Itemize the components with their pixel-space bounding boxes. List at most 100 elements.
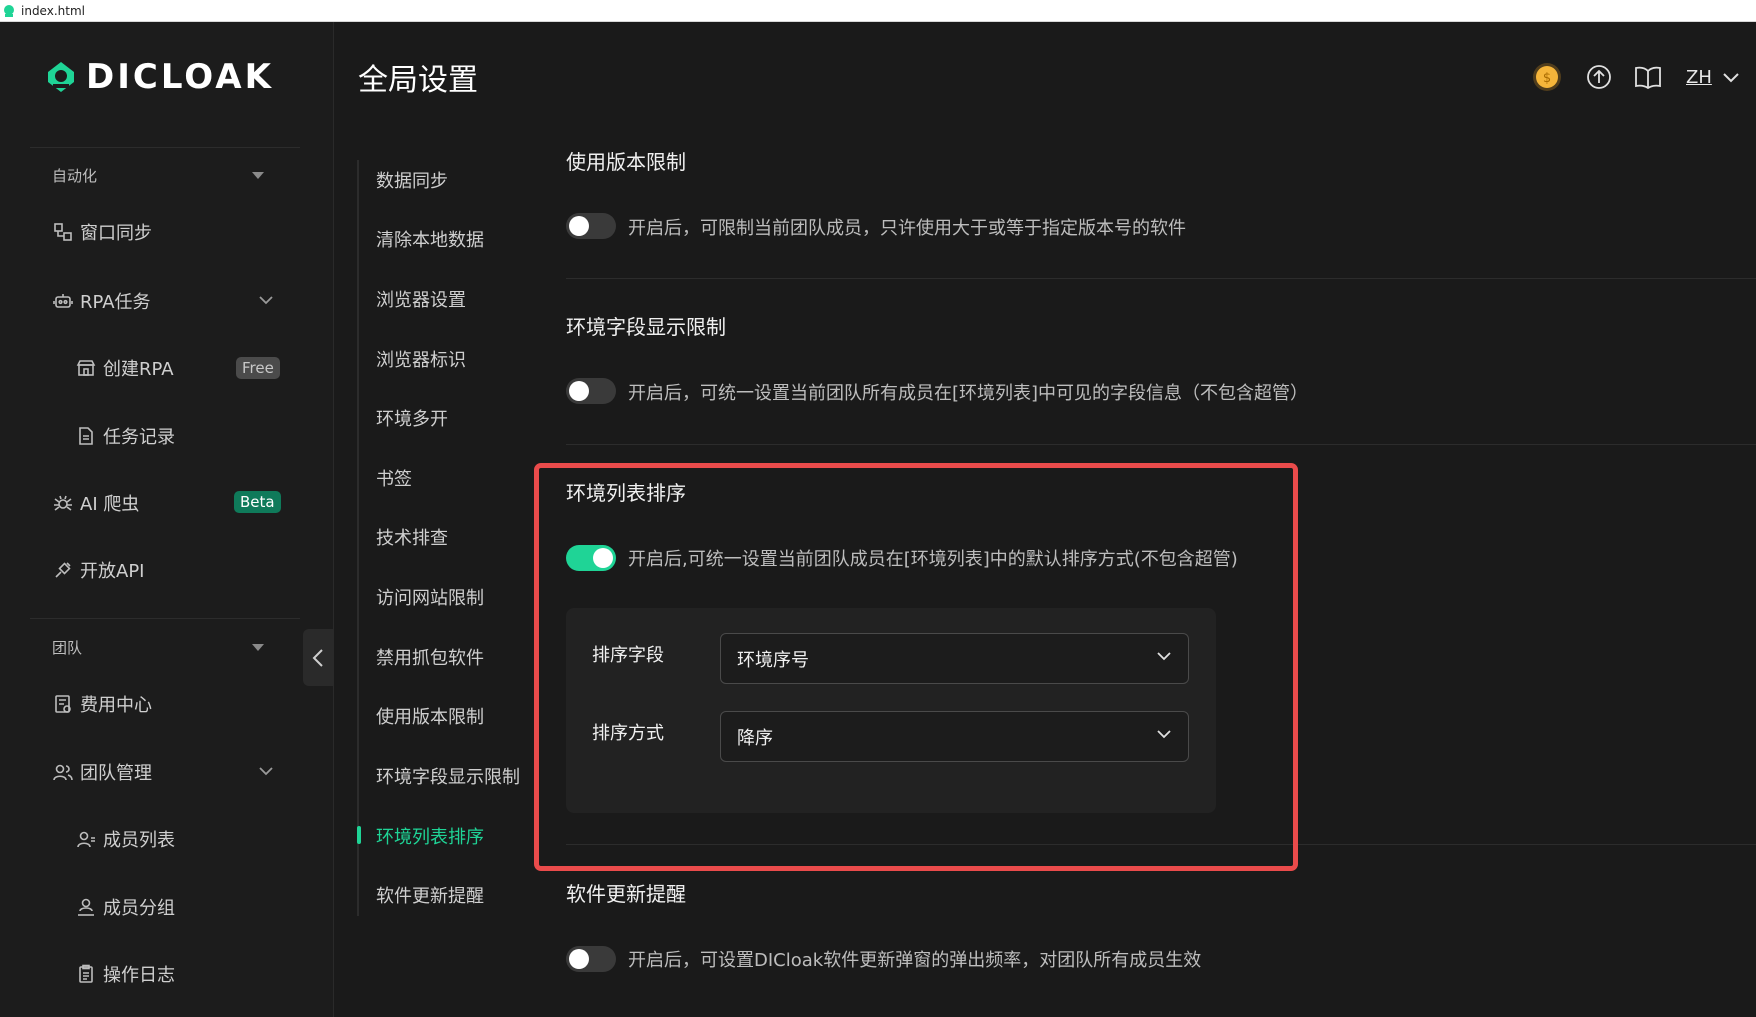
section-divider: [566, 444, 1756, 445]
subnav-item-field-display-limit[interactable]: 环境字段显示限制: [376, 763, 520, 793]
sidebar-item-label: 操作日志: [103, 965, 175, 986]
sidebar-item-label: 成员列表: [103, 830, 175, 851]
api-plug-icon: [52, 559, 74, 581]
spider-icon: [52, 492, 74, 514]
version-limit-description: 开启后，可限制当前团队成员，只许使用大于或等于指定版本号的软件: [628, 218, 1186, 239]
sidebar-collapse-button[interactable]: [303, 629, 333, 686]
user-group-icon: [75, 896, 97, 918]
section-title: 使用版本限制: [566, 150, 686, 172]
sidebar-item-label: RPA任务: [80, 292, 151, 313]
caret-down-icon: [252, 643, 264, 651]
subnav-item-multi-open[interactable]: 环境多开: [376, 405, 448, 435]
sidebar-group-team[interactable]: 团队: [52, 632, 272, 662]
toggle-knob: [569, 216, 589, 236]
window-sync-icon: [52, 221, 74, 243]
document-icon: [75, 425, 97, 447]
subnav-item-version-limit[interactable]: 使用版本限制: [376, 703, 484, 733]
sidebar-item-ai-crawler[interactable]: AI 爬虫: [52, 486, 139, 520]
toggle-knob: [569, 949, 589, 969]
users-icon: [52, 761, 74, 783]
sidebar-group-label: 自动化: [52, 166, 98, 185]
sort-field-label: 排序字段: [592, 645, 664, 666]
sidebar-group-label: 团队: [52, 638, 83, 657]
list-sort-description: 开启后,可统一设置当前团队成员在[环境列表]中的默认排序方式(不包含超管): [628, 549, 1238, 570]
field-display-description: 开启后，可统一设置当前团队所有成员在[环境列表]中可见的字段信息（不包含超管）: [628, 383, 1309, 404]
caret-down-icon: [252, 171, 264, 179]
sidebar-item-label: AI 爬虫: [80, 494, 140, 515]
subnav-item-list-sort[interactable]: 环境列表排序: [376, 823, 484, 853]
sidebar-divider: [30, 147, 300, 148]
sidebar-item-window-sync[interactable]: 窗口同步: [52, 215, 152, 249]
chevron-down-icon: [1157, 652, 1171, 661]
window-titlebar: index.html: [0, 0, 1756, 22]
robot-icon: [52, 290, 74, 312]
subnav-item-site-access-limit[interactable]: 访问网站限制: [376, 584, 484, 614]
sidebar-item-team-management[interactable]: 团队管理: [52, 755, 274, 789]
subnav-item-update-reminder[interactable]: 软件更新提醒: [376, 882, 484, 912]
subnav-item-clear-local-data[interactable]: 清除本地数据: [376, 226, 484, 256]
sort-field-select[interactable]: 环境序号: [720, 633, 1189, 684]
sidebar-item-open-api[interactable]: 开放API: [52, 553, 144, 587]
svg-text:$: $: [1543, 71, 1551, 86]
chevron-down-icon: [1157, 730, 1171, 739]
toggle-knob: [569, 381, 589, 401]
language-selector[interactable]: ZH: [1686, 67, 1740, 88]
toggle-knob: [593, 548, 613, 568]
section-version-limit-header-clip: 使用版本限制: [566, 140, 866, 172]
subnav-item-data-sync[interactable]: 数据同步: [376, 167, 448, 197]
language-label: ZH: [1686, 66, 1712, 88]
sidebar-item-rpa[interactable]: RPA任务: [52, 284, 274, 318]
sidebar-item-label: 窗口同步: [80, 223, 152, 244]
sidebar-item-label: 团队管理: [80, 763, 152, 784]
sidebar-item-label: 费用中心: [80, 695, 152, 716]
dicloak-logo-icon: [48, 62, 74, 92]
sort-order-label: 排序方式: [592, 723, 664, 744]
coin-icon[interactable]: $: [1530, 60, 1564, 94]
favicon-icon: [4, 4, 14, 17]
section-divider: [566, 844, 1756, 845]
update-reminder-toggle[interactable]: [566, 946, 616, 972]
sidebar-item-member-list[interactable]: 成员列表: [75, 822, 175, 856]
subnav-item-browser-settings[interactable]: 浏览器设置: [376, 286, 466, 316]
chevron-down-icon: [259, 767, 273, 776]
sort-field-value: 环境序号: [737, 649, 809, 671]
field-display-toggle[interactable]: [566, 378, 616, 404]
upload-icon[interactable]: [1586, 64, 1612, 90]
clipboard-icon: [75, 963, 97, 985]
sidebar-item-operation-log[interactable]: 操作日志: [75, 957, 175, 991]
beta-badge: Beta: [234, 491, 281, 513]
sidebar-item-label: 开放API: [80, 561, 145, 582]
sidebar-item-billing[interactable]: 费用中心: [52, 687, 152, 721]
subnav-item-browser-identity[interactable]: 浏览器标识: [376, 346, 466, 376]
store-icon: [75, 357, 97, 379]
subnav-item-bookmarks[interactable]: 书签: [376, 465, 412, 495]
subnav-item-troubleshooting[interactable]: 技术排查: [376, 524, 448, 554]
section-title-update-reminder: 软件更新提醒: [566, 882, 686, 906]
sidebar-item-label: 任务记录: [103, 427, 175, 448]
brand-logo[interactable]: DICLOAK: [44, 60, 274, 94]
sort-order-value: 降序: [737, 727, 773, 749]
chevron-left-icon: [312, 648, 323, 667]
version-limit-toggle[interactable]: [566, 213, 616, 239]
sort-order-select[interactable]: 降序: [720, 711, 1189, 762]
subnav-track: [357, 160, 359, 916]
header-toolbar: $ ZH: [1530, 60, 1740, 94]
book-icon[interactable]: [1634, 65, 1662, 89]
section-title-field-display: 环境字段显示限制: [566, 315, 726, 339]
user-list-icon: [75, 828, 97, 850]
subnav-active-indicator: [357, 826, 361, 844]
logo-wordmark: DICLOAK: [86, 57, 274, 97]
sidebar-group-automation[interactable]: 自动化: [52, 160, 272, 190]
sidebar-divider: [30, 618, 300, 619]
sidebar-item-task-records[interactable]: 任务记录: [75, 419, 175, 453]
sidebar-item-label: 创建RPA: [103, 359, 174, 380]
subnav-item-block-capture-software[interactable]: 禁用抓包软件: [376, 644, 484, 674]
window-title: index.html: [21, 3, 85, 18]
list-sort-toggle[interactable]: [566, 545, 616, 571]
free-badge: Free: [236, 357, 280, 379]
sidebar-item-create-rpa[interactable]: 创建RPA: [75, 351, 174, 385]
chevron-down-icon: [1723, 72, 1739, 82]
page-title: 全局设置: [358, 63, 478, 98]
section-title-list-sort: 环境列表排序: [566, 481, 686, 505]
sidebar-item-member-groups[interactable]: 成员分组: [75, 890, 175, 924]
